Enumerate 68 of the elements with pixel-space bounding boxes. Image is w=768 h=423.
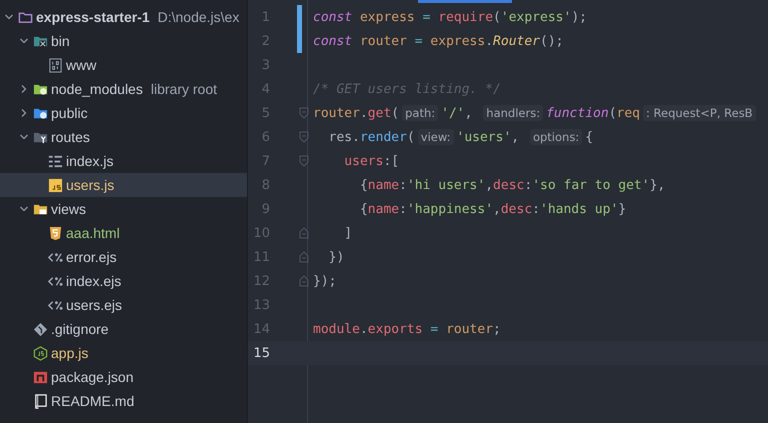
tree-item[interactable]: views: [0, 197, 247, 221]
fold-marker-icon[interactable]: [299, 227, 309, 239]
fold-marker-icon[interactable]: [299, 155, 309, 167]
tree-item[interactable]: bin: [0, 29, 247, 53]
code-text: '/',: [441, 106, 474, 120]
git-file-icon: [33, 322, 48, 336]
line-number: 7: [260, 154, 270, 168]
tree-item[interactable]: .gitignore: [0, 317, 247, 341]
line-number: 10: [252, 226, 270, 240]
code-text: {name:'happiness',desc:'hands up'}: [358, 202, 626, 216]
tree-item[interactable]: node_modules library root: [0, 77, 247, 101]
code-text: });: [313, 274, 336, 288]
line-number: 11: [252, 250, 270, 264]
code-text: router.get(: [313, 106, 400, 120]
node-file-icon: [33, 346, 48, 360]
tree-item[interactable]: index.js: [0, 149, 247, 173]
line-number: 5: [260, 106, 270, 120]
fold-marker-icon[interactable]: [299, 275, 309, 287]
line-number: 8: [260, 178, 270, 192]
fold-marker-icon[interactable]: [299, 251, 309, 263]
line-number: 12: [252, 274, 270, 288]
code-text: /* GET users listing. */: [313, 82, 501, 96]
tree-item[interactable]: app.js: [0, 341, 247, 365]
tree-item[interactable]: package.json: [0, 365, 247, 389]
inlay-hint: path:: [402, 105, 438, 121]
code-text: }): [328, 250, 344, 264]
line-number: 4: [260, 82, 270, 96]
line-number: 15: [252, 346, 270, 360]
tree-item[interactable]: express-starter-1 D:\node.js\ex: [0, 5, 247, 29]
code-text: ]: [343, 226, 352, 240]
binary-file-icon: [48, 58, 63, 72]
code-text: res.render(: [328, 130, 415, 144]
tree-item[interactable]: routes: [0, 125, 247, 149]
inlay-hint: : Request<P, ResB: [643, 105, 756, 121]
fold-marker-icon[interactable]: [299, 107, 309, 119]
inlay-hint: handlers:: [483, 105, 544, 121]
line-number: 14: [252, 322, 270, 336]
line-number: 13: [252, 298, 270, 312]
line-number: 1: [260, 10, 270, 24]
js-file-icon: [48, 178, 63, 192]
inlay-hint: options:: [530, 129, 582, 145]
line-number: 3: [260, 58, 270, 72]
list-icon: [48, 154, 63, 168]
code-text: const express = require('express');: [313, 10, 587, 24]
tree-item[interactable]: aaa.html: [0, 221, 247, 245]
tree-item[interactable]: public: [0, 101, 247, 125]
code-text: 'users',: [456, 130, 520, 144]
html-file-icon: [48, 226, 63, 240]
code-text: const router = express.Router();: [313, 34, 564, 48]
tree-item[interactable]: users.js: [0, 173, 247, 197]
line-number: 6: [260, 130, 270, 144]
book-icon: [33, 394, 48, 408]
line-number: 9: [260, 202, 270, 216]
folder-icon: [18, 10, 33, 24]
code-text: {name:'hi users',desc:'so far to get'},: [358, 178, 666, 192]
code-text: {: [585, 130, 594, 144]
tree-item[interactable]: users.ejs: [0, 293, 247, 317]
tree-item[interactable]: README.md: [0, 389, 247, 413]
code-text: module.exports = router;: [313, 322, 501, 336]
inlay-hint: view:: [418, 129, 454, 145]
tree-item[interactable]: index.ejs: [0, 269, 247, 293]
tree-item[interactable]: error.ejs: [0, 245, 247, 269]
tree-item[interactable]: www: [0, 53, 247, 77]
line-number: 2: [260, 34, 270, 48]
code-text: function(req: [546, 106, 640, 120]
fold-marker-icon[interactable]: [299, 131, 309, 143]
npm-file-icon: [33, 370, 48, 384]
code-text: users:[: [343, 154, 400, 168]
